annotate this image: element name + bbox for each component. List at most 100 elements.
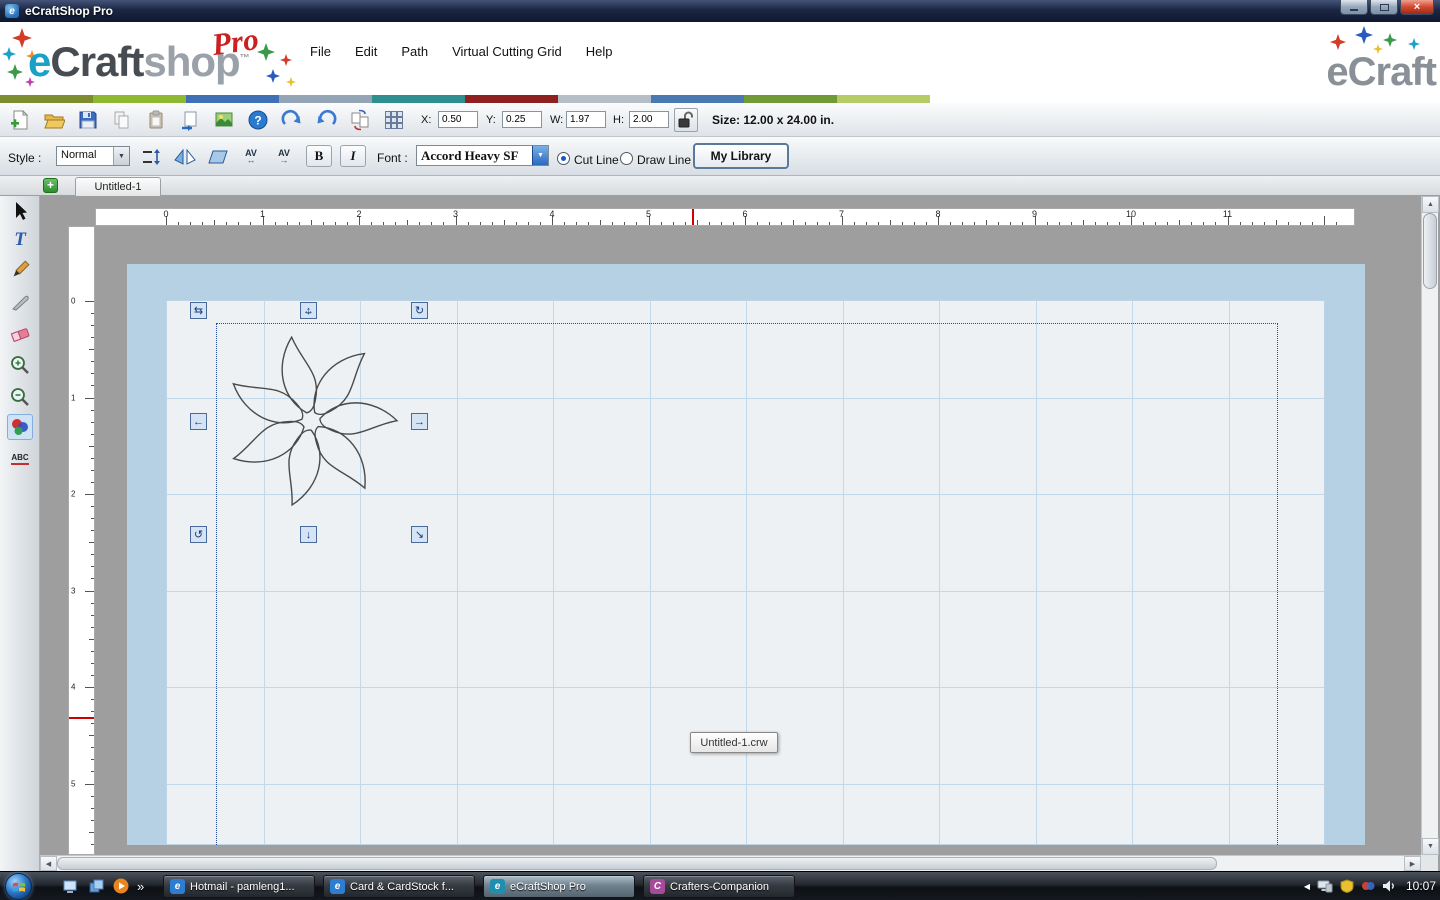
vertical-scroll-thumb[interactable] — [1423, 213, 1437, 289]
x-input[interactable] — [438, 111, 478, 128]
nudge-left-handle[interactable]: ← — [190, 413, 207, 430]
bold-button[interactable]: B — [306, 145, 332, 167]
redo-button[interactable] — [280, 108, 304, 132]
window-switcher-icon[interactable] — [87, 877, 105, 895]
undo-icon — [317, 109, 337, 125]
horizontal-scrollbar[interactable]: ◀ ▶ — [40, 855, 1421, 871]
w-input[interactable] — [566, 111, 606, 128]
help-button[interactable]: ? — [246, 108, 270, 132]
volume-icon[interactable] — [1382, 879, 1396, 893]
line-spacing-button[interactable] — [138, 145, 164, 168]
add-tab-button[interactable]: + — [43, 178, 58, 193]
nudge-down-handle[interactable]: ↓ — [300, 526, 317, 543]
rotate-ccw-handle[interactable]: ↺ — [190, 526, 207, 543]
paste-button[interactable] — [144, 108, 168, 132]
taskbar-button-card-cardstock-f[interactable]: e Card & CardStock f... — [323, 875, 475, 898]
network-icon[interactable] — [1317, 879, 1333, 893]
rotate-handle[interactable]: ↻ — [411, 302, 428, 319]
open-file-button[interactable] — [42, 108, 66, 132]
line-spacing-icon — [143, 148, 160, 165]
convert-button[interactable] — [348, 108, 372, 132]
quick-launch-overflow[interactable]: » — [137, 879, 144, 894]
menu-edit[interactable]: Edit — [355, 44, 377, 59]
tab-bar: + Untitled-1 — [0, 176, 1440, 196]
taskbar-button-crafters-companion[interactable]: C Crafters-Companion — [643, 875, 795, 898]
copy-icon — [114, 111, 129, 129]
zoom-in-tool[interactable] — [7, 352, 33, 378]
zoom-in-icon — [11, 356, 29, 374]
update-shield-icon[interactable] — [1340, 879, 1354, 893]
start-button[interactable] — [5, 873, 32, 900]
select-tool[interactable] — [7, 198, 33, 224]
italic-button[interactable]: I — [340, 145, 366, 167]
scroll-right-button[interactable]: ▶ — [1404, 856, 1421, 871]
antivirus-icon[interactable] — [1361, 879, 1375, 893]
save-button[interactable] — [76, 108, 100, 132]
nudge-right-handle[interactable]: → — [411, 413, 428, 430]
scroll-down-button[interactable]: ▼ — [1422, 838, 1439, 855]
tab-untitled-1[interactable]: Untitled-1 — [75, 177, 161, 196]
scroll-left-button[interactable]: ◀ — [40, 856, 57, 871]
maximize-icon — [1379, 3, 1389, 11]
h-input[interactable] — [629, 111, 669, 128]
move-handle[interactable]: ↔ ↕ — [300, 302, 317, 319]
task-label: Card & CardStock f... — [350, 880, 454, 893]
draw-line-radio[interactable] — [620, 152, 633, 165]
show-desktop-icon[interactable] — [62, 877, 80, 895]
virtual-grid-button[interactable] — [382, 108, 406, 132]
resize-handle[interactable]: ↘ — [411, 526, 428, 543]
w-label: W: — [550, 114, 564, 126]
arrow-left-icon: ← — [193, 415, 204, 428]
tool-palette: T ABC — [0, 196, 40, 871]
kerning-tighten-button[interactable]: AV ↔ — [238, 145, 264, 168]
menu-virtual-cutting-grid[interactable]: Virtual Cutting Grid — [452, 44, 562, 59]
draw-line-label[interactable]: Draw Line — [637, 153, 691, 167]
color-spheres-icon — [12, 419, 28, 435]
maximize-button[interactable] — [1370, 0, 1398, 15]
undo-button[interactable] — [314, 108, 338, 132]
skew-button[interactable] — [205, 145, 231, 168]
menu-help[interactable]: Help — [586, 44, 613, 59]
unlock-icon — [678, 111, 693, 128]
knife-tool[interactable] — [7, 289, 33, 315]
cut-line-label[interactable]: Cut Line — [574, 153, 619, 167]
color-tool[interactable] — [7, 414, 33, 440]
new-file-button[interactable] — [8, 108, 32, 132]
abc-tool[interactable]: ABC — [7, 446, 33, 472]
horizontal-scroll-thumb[interactable] — [57, 857, 1217, 870]
app-icon: e — [5, 4, 19, 18]
style-dropdown[interactable]: Normal ▼ — [56, 146, 130, 166]
vertical-scrollbar[interactable]: ▲ ▼ — [1421, 196, 1439, 855]
scroll-up-button[interactable]: ▲ — [1422, 196, 1439, 213]
kerning-widen-button[interactable]: AV → — [271, 145, 297, 168]
y-input[interactable] — [502, 111, 542, 128]
eraser-icon — [10, 328, 30, 343]
menu-file[interactable]: File — [310, 44, 331, 59]
menu-path[interactable]: Path — [401, 44, 428, 59]
lock-aspect-button[interactable] — [674, 108, 698, 132]
media-player-icon[interactable] — [112, 877, 130, 895]
minimize-button[interactable] — [1340, 0, 1368, 15]
taskbar-button-hotmail-pamleng1[interactable]: e Hotmail - pamleng1... — [163, 875, 315, 898]
font-label: Font : — [377, 151, 408, 165]
font-dropdown[interactable]: Accord Heavy SF ▼ — [416, 145, 549, 166]
zoom-out-tool[interactable] — [7, 384, 33, 410]
flower-shape[interactable] — [212, 322, 410, 520]
tray-expand-icon[interactable]: ◀ — [1304, 882, 1310, 891]
draw-tool[interactable] — [7, 257, 33, 283]
mirror-button[interactable] — [172, 145, 198, 168]
cut-line-radio[interactable] — [557, 152, 570, 165]
paste-icon — [149, 110, 163, 129]
arrow-left-icon: ◀ — [45, 860, 52, 868]
eraser-tool[interactable] — [7, 321, 33, 347]
my-library-button[interactable]: My Library — [693, 143, 789, 169]
import-button[interactable] — [178, 108, 202, 132]
y-label: Y: — [486, 114, 496, 126]
flip-handle[interactable]: ⇆ — [190, 302, 207, 319]
zoom-out-icon — [11, 388, 29, 406]
taskbar-button-ecraftshop-pro[interactable]: e eCraftShop Pro — [483, 875, 635, 898]
export-image-button[interactable] — [212, 108, 236, 132]
text-tool[interactable]: T — [7, 226, 33, 252]
copy-button[interactable] — [110, 108, 134, 132]
close-button[interactable]: × — [1400, 0, 1434, 15]
